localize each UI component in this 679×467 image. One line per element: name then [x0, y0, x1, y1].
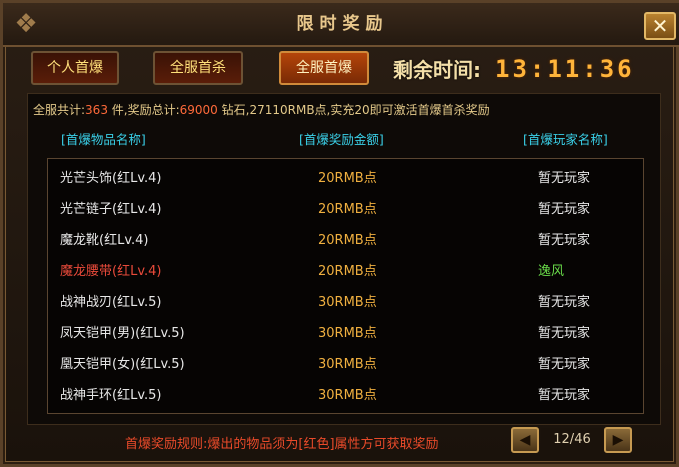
reward-amount: 30RMB点	[318, 357, 377, 372]
tab-server-first-drop[interactable]: 全服首爆	[279, 51, 369, 85]
item-name: 战神手环(红Lv.5)	[60, 388, 162, 403]
item-name: 光芒头饰(红Lv.4)	[60, 171, 162, 186]
player-name: 暂无玩家	[538, 357, 591, 372]
list-item[interactable]: 凤天铠甲(男)(红Lv.5) 30RMB点 暂无玩家	[48, 318, 643, 349]
item-name: 魔龙腰带(红Lv.4)	[60, 264, 162, 279]
panel-title: 限时奖励	[296, 14, 389, 34]
tab-server-first-kill[interactable]: 全服首杀	[153, 51, 243, 85]
reward-amount: 20RMB点	[318, 233, 377, 248]
list-item[interactable]: 光芒头饰(红Lv.4) 20RMB点 暂无玩家	[48, 163, 643, 194]
close-button[interactable]: ✕	[644, 12, 676, 40]
summary-middle: 件,奖励总计:	[107, 103, 180, 117]
reward-amount: 30RMB点	[318, 388, 377, 403]
player-name: 暂无玩家	[538, 233, 591, 248]
reward-amount: 30RMB点	[318, 295, 377, 310]
item-name: 凤天铠甲(男)(红Lv.5)	[60, 326, 185, 341]
reward-panel: ❖ 限时奖励 ✕ 个人首爆 全服首杀 全服首爆 剩余时间: 13:11:36 全…	[0, 0, 679, 467]
list-item[interactable]: 魔龙腰带(红Lv.4) 20RMB点 逸风	[48, 256, 643, 287]
player-name: 逸风	[538, 264, 565, 279]
player-name: 暂无玩家	[538, 326, 591, 341]
summary-suffix: 钻石,27110RMB点,实充20即可激活首爆首杀奖励	[217, 103, 490, 117]
title-bar: ❖ 限时奖励	[3, 3, 679, 47]
reward-amount: 30RMB点	[318, 326, 377, 341]
player-name: 暂无玩家	[538, 388, 591, 403]
reward-amount: 20RMB点	[318, 264, 377, 279]
reward-amount: 20RMB点	[318, 202, 377, 217]
tab-personal-first-drop[interactable]: 个人首爆	[31, 51, 119, 85]
chevron-left-icon: ◀	[519, 432, 531, 448]
prev-page-button[interactable]: ◀	[511, 427, 539, 453]
summary-prefix: 全服共计:	[33, 103, 86, 117]
column-header-player: [首爆玩家名称]	[523, 132, 608, 147]
item-name: 战神战刃(红Lv.5)	[60, 295, 162, 310]
column-header-reward: [首爆奖励金额]	[299, 132, 384, 147]
list-item[interactable]: 战神手环(红Lv.5) 30RMB点 暂无玩家	[48, 380, 643, 411]
chevron-right-icon: ▶	[612, 432, 624, 448]
player-name: 暂无玩家	[538, 171, 591, 186]
summary-total: 69000	[179, 103, 218, 117]
list-item[interactable]: 战神战刃(红Lv.5) 30RMB点 暂无玩家	[48, 287, 643, 318]
reward-rule-text: 首爆奖励规则:爆出的物品须为[红色]属性方可获取奖励	[125, 437, 439, 452]
list-item[interactable]: 光芒链子(红Lv.4) 20RMB点 暂无玩家	[48, 194, 643, 225]
item-name: 光芒链子(红Lv.4)	[60, 202, 162, 217]
summary-count: 363	[85, 103, 108, 117]
countdown-timer: 13:11:36	[495, 55, 635, 83]
next-page-button[interactable]: ▶	[604, 427, 632, 453]
list-item[interactable]: 魔龙靴(红Lv.4) 20RMB点 暂无玩家	[48, 225, 643, 256]
remaining-time-label: 剩余时间:	[393, 58, 481, 82]
summary-line: 全服共计:363 件,奖励总计:69000 钻石,27110RMB点,实充20即…	[33, 101, 490, 118]
item-name: 魔龙靴(红Lv.4)	[60, 233, 149, 248]
column-header-item: [首爆物品名称]	[61, 132, 146, 147]
list-item[interactable]: 凰天铠甲(女)(红Lv.5) 30RMB点 暂无玩家	[48, 349, 643, 380]
first-drop-list: 光芒头饰(红Lv.4) 20RMB点 暂无玩家 光芒链子(红Lv.4) 20RM…	[47, 158, 644, 414]
item-name: 凰天铠甲(女)(红Lv.5)	[60, 357, 185, 372]
player-name: 暂无玩家	[538, 202, 591, 217]
reward-amount: 20RMB点	[318, 171, 377, 186]
player-name: 暂无玩家	[538, 295, 591, 310]
page-indicator: 12/46	[541, 428, 603, 452]
